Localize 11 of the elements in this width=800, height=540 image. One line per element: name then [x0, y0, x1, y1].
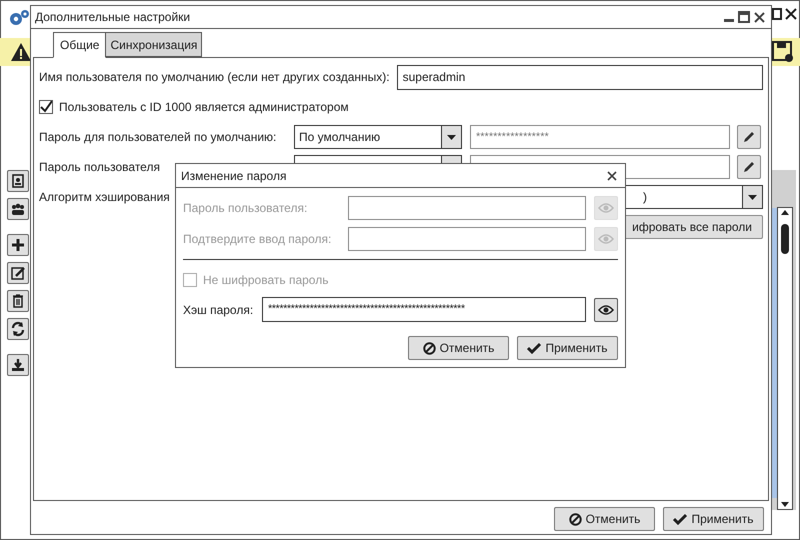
checkbox-label: Не шифровать пароль	[203, 272, 328, 289]
dialog-title: Изменение пароля	[181, 168, 286, 184]
field-label: Пароль пользователя:	[183, 200, 308, 217]
field-label: Хэш пароля:	[183, 302, 254, 318]
dialog-title: Дополнительные настройки	[35, 9, 190, 26]
field-label: Подтвердите ввод пароля:	[183, 231, 332, 248]
field-label: Имя пользователя по умолчанию (если нет других созданных):	[39, 69, 390, 86]
field-label: Алгоритм хэширования	[39, 190, 170, 204]
checkbox-label: Пользователь с ID 1000 является администратором	[59, 99, 349, 116]
field-label: Пароль для пользователей по умолчанию:	[39, 130, 276, 144]
field-label: Пароль пользователя	[39, 160, 160, 174]
